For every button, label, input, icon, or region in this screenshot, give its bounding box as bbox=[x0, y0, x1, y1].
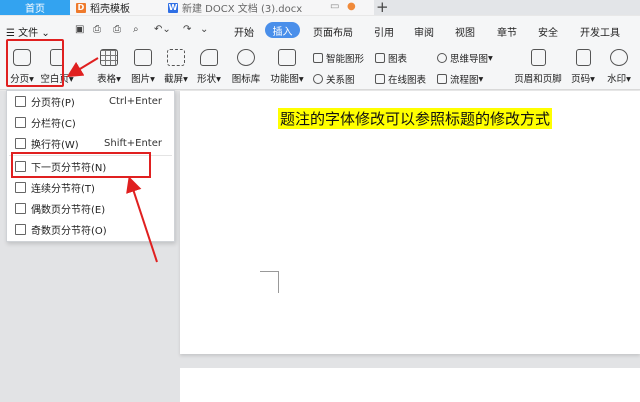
arrow-to-next-page-break bbox=[130, 180, 157, 262]
arrow-to-blank-page bbox=[70, 58, 98, 75]
annotation-arrows bbox=[0, 0, 640, 402]
